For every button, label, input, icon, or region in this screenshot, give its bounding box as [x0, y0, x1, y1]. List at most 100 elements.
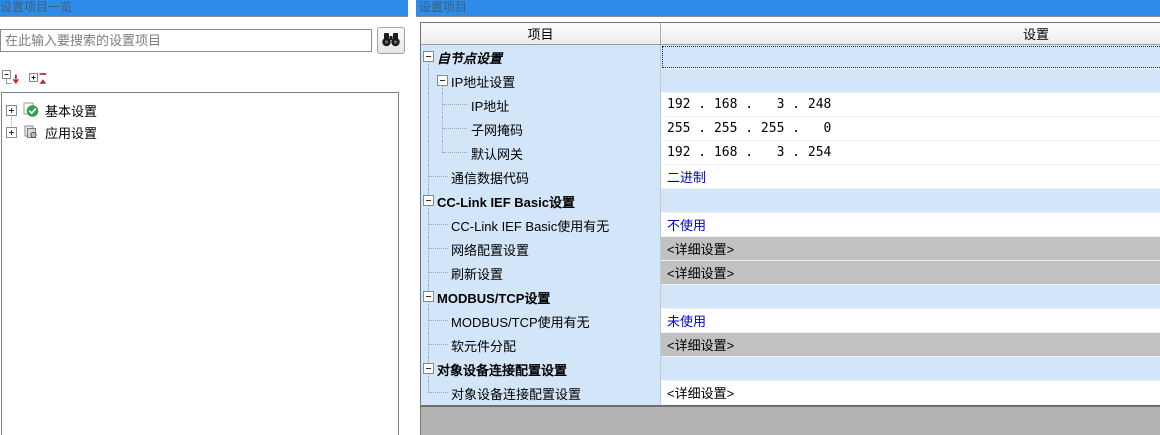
right-panel-title-text: 设置项目 [419, 0, 467, 14]
collapse-expander[interactable] [423, 291, 434, 302]
value-cell[interactable]: 二进制 [661, 165, 1160, 189]
item-cell[interactable]: 对象设备连接配置设置 [421, 381, 661, 405]
tree-connector [428, 237, 429, 261]
tree-connector [428, 381, 429, 393]
left-panel-title: 设置项目一览 [0, 0, 408, 17]
table-row: 子网掩码 255 . 255 . 255 . 0 [421, 117, 1160, 141]
collapse-all-button[interactable] [1, 70, 23, 89]
collapse-expander[interactable] [437, 75, 448, 86]
tree-connector [429, 320, 448, 321]
settings-item-list-panel: 设置项目一览 [0, 0, 408, 435]
item-cell[interactable]: 默认网关 [421, 141, 661, 165]
item-cell[interactable]: 对象设备连接配置设置 [421, 357, 661, 381]
item-cell[interactable]: CC-Link IEF Basic设置 [421, 189, 661, 213]
tree-connector [429, 224, 448, 225]
collapse-expander[interactable] [423, 51, 434, 62]
tree-connector [442, 141, 443, 153]
table-row: IP地址设置 [421, 69, 1160, 93]
item-cell[interactable]: MODBUS/TCP使用有无 [421, 309, 661, 333]
item-cell[interactable]: MODBUS/TCP设置 [421, 285, 661, 309]
tree-connector [428, 165, 429, 189]
item-cell[interactable]: CC-Link IEF Basic使用有无 [421, 213, 661, 237]
table-row: MODBUS/TCP使用有无 未使用 [421, 309, 1160, 333]
item-label: 网络配置设置 [451, 240, 529, 259]
tree-connector [443, 128, 467, 129]
left-panel-title-text: 设置项目一览 [0, 0, 72, 15]
tree-connector [428, 69, 429, 93]
item-label: 对象设备连接配置设置 [451, 384, 581, 403]
tree-connector [428, 213, 429, 237]
tree-connector [443, 104, 467, 105]
item-label: MODBUS/TCP使用有无 [451, 312, 590, 331]
tree-connector [429, 176, 448, 177]
tree-toolbar [1, 70, 50, 89]
item-cell[interactable]: 子网掩码 [421, 117, 661, 141]
tree-connector [442, 93, 443, 117]
tree-connector [428, 333, 429, 357]
settings-item-panel: 设置项目 项目 设置 自节点设置IP地址设置IP地址192 . 168 . 3 … [416, 0, 1160, 435]
tree-connector [428, 117, 429, 141]
table-row: MODBUS/TCP设置 [421, 285, 1160, 309]
tree-connector [429, 344, 448, 345]
value-cell[interactable]: <详细设置> [661, 237, 1160, 261]
table-row: IP地址192 . 168 . 3 . 248 [421, 93, 1160, 117]
item-cell[interactable]: 软元件分配 [421, 333, 661, 357]
value-cell[interactable] [661, 45, 1160, 69]
item-cell[interactable]: 自节点设置 [421, 45, 661, 69]
tree-connector [428, 93, 429, 117]
item-label: 软元件分配 [451, 336, 516, 355]
tree-item-label: 应用设置 [45, 123, 97, 142]
column-header-setting: 设置 [661, 23, 1160, 44]
binoculars-icon [381, 31, 401, 50]
tree-connector [442, 117, 443, 141]
search-button[interactable] [377, 27, 405, 54]
item-label: 通信数据代码 [451, 168, 529, 187]
search-input[interactable] [0, 29, 372, 52]
table-row: 通信数据代码 二进制 [421, 165, 1160, 189]
value-cell[interactable]: 未使用 [661, 309, 1160, 333]
column-header-item: 项目 [421, 23, 661, 44]
value-cell[interactable] [661, 189, 1160, 213]
value-cell[interactable]: <详细设置> [661, 261, 1160, 285]
collapse-expander[interactable] [423, 195, 434, 206]
table-header-row: 项目 设置 [421, 23, 1160, 45]
right-panel-title: 设置项目 [416, 0, 1160, 17]
expand-all-button[interactable] [28, 70, 50, 89]
item-cell[interactable]: IP地址 [421, 93, 661, 117]
item-cell[interactable]: 通信数据代码 [421, 165, 661, 189]
table-row: 自节点设置 [421, 45, 1160, 69]
expand-toggle[interactable] [6, 127, 17, 138]
item-label: IP地址设置 [451, 72, 515, 91]
item-label: 对象设备连接配置设置 [437, 360, 567, 379]
item-label: CC-Link IEF Basic设置 [437, 192, 575, 211]
table-row: 软元件分配 <详细设置> [421, 333, 1160, 357]
value-cell[interactable]: <详细设置> [661, 381, 1160, 405]
value-cell[interactable]: 192 . 168 . 3 . 248 [661, 93, 1160, 117]
table-row: 对象设备连接配置设置 <详细设置> [421, 381, 1160, 405]
app-window: { "colors":{ "titlebar_blue":"#2E8CE8", … [0, 0, 1160, 435]
application-settings-icon [23, 124, 39, 140]
value-cell[interactable]: 255 . 255 . 255 . 0 [661, 117, 1160, 141]
tree-connector [429, 272, 448, 273]
table-row: CC-Link IEF Basic设置 [421, 189, 1160, 213]
expand-toggle[interactable] [6, 105, 17, 116]
collapse-expander[interactable] [423, 363, 434, 374]
tree-connector [428, 261, 429, 285]
tree-item-基本设置[interactable]: 基本设置 [2, 99, 398, 121]
item-cell[interactable]: 刷新设置 [421, 261, 661, 285]
item-cell[interactable]: IP地址设置 [421, 69, 661, 93]
item-label: 自节点设置 [437, 48, 502, 67]
table-row: CC-Link IEF Basic使用有无不使用 [421, 213, 1160, 237]
table-row: 刷新设置<详细设置> [421, 261, 1160, 285]
item-label: 默认网关 [471, 144, 523, 163]
value-cell[interactable]: 192 . 168 . 3 . 254 [661, 141, 1160, 165]
item-cell[interactable]: 网络配置设置 [421, 237, 661, 261]
value-cell[interactable] [661, 69, 1160, 93]
item-label: 子网掩码 [471, 120, 523, 139]
value-cell[interactable]: <详细设置> [661, 333, 1160, 357]
table-row: 默认网关 192 . 168 . 3 . 254 [421, 141, 1160, 165]
tree-item-应用设置[interactable]: 应用设置 [2, 121, 398, 143]
value-cell[interactable]: 不使用 [661, 213, 1160, 237]
value-cell[interactable] [661, 357, 1160, 381]
value-cell[interactable] [661, 285, 1160, 309]
